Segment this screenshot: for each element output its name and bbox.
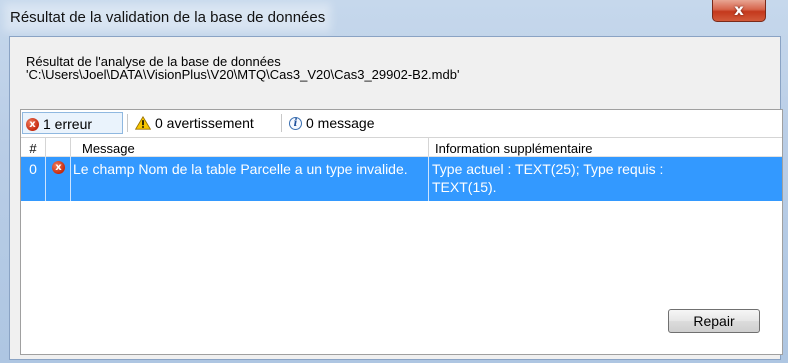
- messages-filter-label: 0 message: [306, 115, 375, 131]
- error-icon: x: [26, 117, 39, 131]
- analysis-summary: Résultat de l'analyse de la base de donn…: [26, 55, 459, 81]
- row-additional-info: Type actuel : TEXT(25); Type requis : TE…: [432, 161, 664, 195]
- warnings-filter-button[interactable]: 0 avertissement: [131, 112, 254, 134]
- row-index: 0: [29, 161, 37, 177]
- column-header-info[interactable]: Information supplémentaire: [429, 138, 782, 156]
- error-icon: x: [52, 161, 65, 174]
- warnings-filter-label: 0 avertissement: [155, 115, 254, 131]
- info-icon: i: [289, 116, 302, 130]
- grid-header: # Message Information supplémentaire: [21, 138, 782, 157]
- dialog-client-area: Résultat de l'analyse de la base de donn…: [9, 36, 783, 360]
- errors-filter-label: 1 erreur: [43, 116, 93, 132]
- messages-filter-button[interactable]: i 0 message: [285, 112, 374, 134]
- database-path: 'C:\Users\Joel\DATA\VisionPlus\V20\MTQ\C…: [26, 67, 460, 82]
- toolbar-divider: [127, 114, 128, 132]
- validation-dialog: Résultat de la validation de la base de …: [0, 0, 788, 363]
- column-header-icon[interactable]: [46, 138, 70, 156]
- filter-toolbar: x 1 erreur 0 avertissement i 0 message: [21, 110, 782, 138]
- repair-button[interactable]: Repair: [668, 309, 760, 333]
- row-message: Le champ Nom de la table Parcelle a un t…: [73, 161, 408, 177]
- warning-icon: [135, 116, 151, 130]
- cell-divider: [45, 157, 46, 201]
- close-button[interactable]: x: [712, 0, 766, 22]
- close-icon: x: [734, 1, 744, 19]
- column-header-index[interactable]: #: [21, 138, 45, 156]
- toolbar-divider: [281, 114, 282, 132]
- cell-divider: [428, 157, 429, 201]
- cell-divider: [70, 157, 71, 201]
- window-title: Résultat de la validation de la base de …: [10, 9, 326, 26]
- table-row[interactable]: 0 x Le champ Nom de la table Parcelle a …: [21, 157, 782, 201]
- errors-filter-button[interactable]: x 1 erreur: [22, 112, 123, 134]
- column-header-message[interactable]: Message: [71, 138, 428, 156]
- title-bar[interactable]: Résultat de la validation de la base de …: [0, 0, 788, 36]
